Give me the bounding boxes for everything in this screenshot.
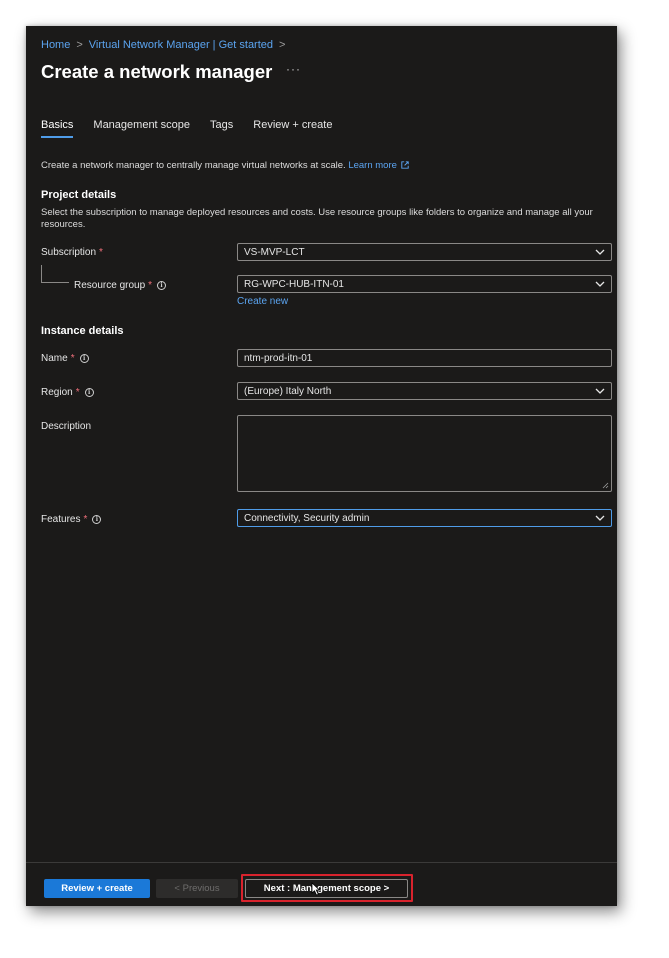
required-marker: * bbox=[99, 247, 103, 258]
region-label: Region * i bbox=[41, 387, 94, 398]
previous-button[interactable]: < Previous bbox=[156, 879, 238, 898]
description-textarea[interactable] bbox=[237, 415, 612, 492]
review-create-button[interactable]: Review + create bbox=[44, 879, 150, 898]
info-icon[interactable]: i bbox=[84, 388, 94, 397]
learn-more-link[interactable]: Learn more bbox=[348, 160, 409, 171]
region-dropdown[interactable]: (Europe) Italy North bbox=[237, 382, 612, 400]
instance-details-heading: Instance details bbox=[41, 325, 124, 337]
subscription-label: Subscription * bbox=[41, 247, 103, 258]
tab-management-scope[interactable]: Management scope bbox=[93, 119, 190, 138]
intro-text: Create a network manager to centrally ma… bbox=[41, 160, 409, 171]
subscription-value: VS-MVP-LCT bbox=[244, 246, 305, 258]
breadcrumb: Home > Virtual Network Manager | Get sta… bbox=[41, 39, 291, 51]
required-marker: * bbox=[148, 280, 153, 291]
chevron-down-icon bbox=[595, 388, 605, 394]
required-marker: * bbox=[70, 353, 75, 364]
wizard-tabs: Basics Management scope Tags Review + cr… bbox=[41, 119, 352, 138]
info-icon[interactable]: i bbox=[92, 515, 102, 524]
name-value: ntm-prod-itn-01 bbox=[244, 352, 313, 364]
highlight-box bbox=[241, 874, 413, 902]
tab-basics[interactable]: Basics bbox=[41, 119, 74, 138]
tab-review-create[interactable]: Review + create bbox=[253, 119, 332, 138]
chevron-down-icon bbox=[595, 249, 605, 255]
features-dropdown[interactable]: Connectivity, Security admin bbox=[237, 509, 612, 527]
more-options-icon[interactable]: ··· bbox=[286, 62, 301, 76]
page-title: Create a network manager bbox=[41, 61, 273, 82]
region-value: (Europe) Italy North bbox=[244, 385, 332, 397]
chevron-down-icon bbox=[595, 281, 605, 287]
resource-group-dropdown[interactable]: RG-WPC-HUB-ITN-01 bbox=[237, 275, 612, 293]
features-value: Connectivity, Security admin bbox=[244, 512, 370, 524]
resource-group-value: RG-WPC-HUB-ITN-01 bbox=[244, 278, 344, 290]
chevron-down-icon bbox=[595, 515, 605, 521]
resource-group-label: Resource group * i bbox=[74, 280, 167, 291]
description-label: Description bbox=[41, 421, 92, 432]
name-input[interactable]: ntm-prod-itn-01 bbox=[237, 349, 612, 367]
info-icon[interactable]: i bbox=[157, 281, 167, 290]
features-label: Features * i bbox=[41, 514, 102, 525]
required-marker: * bbox=[75, 387, 80, 398]
tab-tags[interactable]: Tags bbox=[210, 119, 233, 138]
resize-handle-icon[interactable] bbox=[602, 482, 609, 489]
create-new-resource-group-link[interactable]: Create new bbox=[237, 296, 288, 307]
create-network-manager-blade: Home > Virtual Network Manager | Get sta… bbox=[26, 26, 617, 906]
chevron-right-icon: > bbox=[76, 39, 83, 51]
tree-connector bbox=[41, 265, 69, 283]
subscription-dropdown[interactable]: VS-MVP-LCT bbox=[237, 243, 612, 261]
project-details-description: Select the subscription to manage deploy… bbox=[41, 207, 593, 230]
required-marker: * bbox=[83, 514, 88, 525]
mouse-cursor-icon bbox=[311, 882, 321, 896]
external-link-icon bbox=[401, 161, 409, 169]
footer-divider bbox=[26, 862, 617, 863]
chevron-right-icon: > bbox=[279, 39, 286, 51]
name-label: Name * i bbox=[41, 353, 89, 364]
project-details-heading: Project details bbox=[41, 189, 117, 201]
intro-description: Create a network manager to centrally ma… bbox=[41, 160, 346, 171]
info-icon[interactable]: i bbox=[79, 354, 89, 363]
breadcrumb-virtual-network-manager[interactable]: Virtual Network Manager | Get started bbox=[89, 39, 273, 51]
breadcrumb-home[interactable]: Home bbox=[41, 39, 70, 51]
